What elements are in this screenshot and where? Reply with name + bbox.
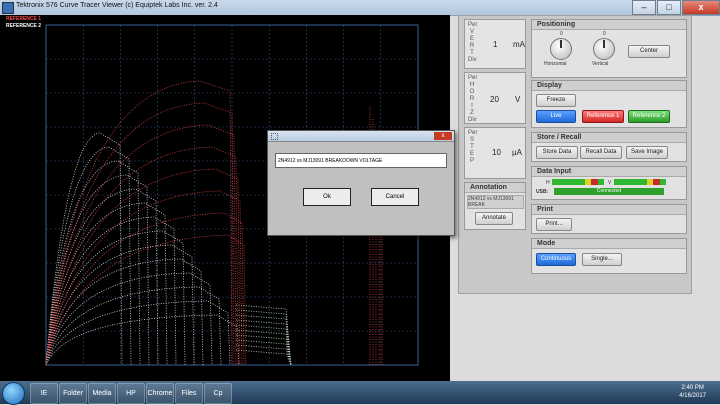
save-image-button[interactable]: Save Image [626, 146, 668, 159]
positioning-section: Positioning 0 Horizontal 0 Vertical Cent… [531, 19, 687, 78]
annotate-button[interactable]: Annotate [475, 212, 513, 225]
center-button[interactable]: Center [628, 45, 670, 58]
title-bar: Tektronix 576 Curve Tracer Viewer (c) Eq… [0, 0, 720, 16]
v-level-meter [614, 179, 666, 185]
window-title: Tektronix 576 Curve Tracer Viewer (c) Eq… [16, 2, 218, 9]
annotation-header: Annotation [465, 183, 525, 193]
step-unit: µA [512, 148, 522, 157]
horiz-readout-label: Per H O R I Z Div [468, 75, 478, 123]
positioning-header: Positioning [532, 20, 686, 30]
annotation-section: Annotation 2N4912 vs MJ13091 BREAK Annot… [464, 182, 526, 230]
mode-section: Mode Continuous Single... [531, 238, 687, 274]
live-curve [235, 349, 292, 366]
reference-1-curve [45, 190, 243, 366]
horizontal-knob-label: Horizontal [544, 61, 567, 67]
vert-unit: mA [513, 40, 525, 49]
close-button[interactable]: x [682, 0, 720, 15]
usb-status: Connected [554, 188, 664, 195]
print-button[interactable]: Print... [536, 218, 572, 231]
taskbar-files-icon[interactable]: Files [175, 383, 203, 404]
taskbar-ie-icon[interactable]: IE [30, 383, 58, 404]
reference-2-traces [45, 132, 240, 366]
clock-date: 4/16/2017 [679, 393, 706, 399]
dialog-close-button[interactable]: x [434, 132, 452, 140]
reference-1-button[interactable]: Reference 1 [582, 110, 624, 123]
horizontal-knob[interactable] [550, 38, 572, 60]
store-recall-header: Store / Recall [532, 133, 686, 143]
reference-2-label: REFERENCE 2 [6, 23, 42, 29]
print-header: Print [532, 205, 686, 215]
live-curve [235, 344, 292, 366]
data-input-section: Data Input H V USB: Connected [531, 166, 687, 200]
reference-2-curve [45, 174, 150, 366]
annotation-dialog: x Ok Cancel [267, 130, 455, 236]
vert-value: 1 [493, 40, 498, 49]
reference-1-curve [45, 234, 247, 366]
recall-data-button[interactable]: Recall Data [580, 146, 622, 159]
clock-time: 2:40 PM [681, 385, 704, 391]
step-readout-label: Per S T E P [468, 130, 478, 164]
taskbar: IE Folder Media HP Chrome Files Cp 2:40 … [0, 381, 720, 405]
reference-2-curve [45, 314, 240, 366]
annotation-text[interactable]: 2N4912 vs MJ13091 BREAK [467, 195, 524, 209]
vert-readout: Per V E R T Div 1 mA [464, 19, 526, 69]
horiz-unit: V [515, 95, 521, 104]
dialog-grip-icon [271, 133, 278, 140]
dialog-title-bar: x [268, 131, 454, 142]
control-panel: Per V E R T Div 1 mA Per H O R I Z Div 20 V Per S T E P… [458, 15, 692, 294]
h-meter-label: H [546, 180, 550, 186]
continuous-button[interactable]: Continuous [536, 253, 576, 266]
taskbar-hp-icon[interactable]: HP [117, 383, 145, 404]
vert-readout-label: Per V E R T Div [468, 22, 478, 63]
maximize-button[interactable]: □ [657, 0, 681, 15]
vertical-knob[interactable] [593, 38, 615, 60]
taskbar-clock[interactable]: 2:40 PM 4/16/2017 [679, 384, 706, 400]
minimize-button[interactable]: – [632, 0, 656, 15]
window-controls: – □ x [631, 0, 720, 15]
mode-header: Mode [532, 239, 686, 249]
taskbar-media-icon[interactable]: Media [88, 383, 116, 404]
reference-2-curve [45, 160, 141, 366]
reference-2-button[interactable]: Reference 2 [628, 110, 670, 123]
freeze-button[interactable]: Freeze [536, 94, 576, 107]
horiz-readout: Per H O R I Z Div 20 V [464, 72, 526, 124]
reference-1-curve [45, 80, 233, 366]
reference-1-label: REFERENCE 1 [6, 16, 42, 22]
taskbar-folder-icon[interactable]: Folder [59, 383, 87, 404]
vertical-knob-label: Vertical [592, 61, 609, 67]
horiz-value: 20 [490, 95, 499, 104]
v-meter-label: V [608, 180, 612, 186]
store-data-button[interactable]: Store Data [536, 146, 578, 159]
usb-label: USB: [536, 189, 549, 195]
live-button[interactable]: Live [536, 110, 576, 123]
cancel-button[interactable]: Cancel [371, 188, 419, 206]
reference-2-curve [45, 300, 231, 366]
display-header: Display [532, 81, 686, 91]
store-recall-section: Store / Recall Store Data Recall Data Sa… [531, 132, 687, 162]
app-icon [2, 2, 14, 14]
data-input-header: Data Input [532, 167, 686, 177]
single-button[interactable]: Single... [582, 253, 622, 266]
display-section: Display Freeze Live Reference 1 Referenc… [531, 80, 687, 128]
print-section: Print Print... [531, 204, 687, 234]
step-value: 10 [492, 148, 501, 157]
live-curve [235, 334, 292, 366]
reference-2-curve [45, 202, 168, 366]
ok-button[interactable]: Ok [303, 188, 351, 206]
horizontal-knob-value: 0 [560, 31, 563, 37]
h-level-meter [552, 179, 604, 185]
reference-2-curve [45, 146, 132, 366]
reference-2-curve [45, 272, 213, 366]
step-readout: Per S T E P 10 µA [464, 127, 526, 179]
annotation-input[interactable] [275, 153, 447, 168]
taskbar-chrome-icon[interactable]: Chrome [146, 383, 174, 404]
vertical-knob-value: 0 [603, 31, 606, 37]
reference-2-curve [45, 258, 204, 366]
taskbar-curve-tracer-icon[interactable]: Cp [204, 383, 232, 404]
reference-2-curve [45, 216, 177, 366]
reference-1-curve [45, 102, 235, 366]
start-button[interactable] [2, 382, 25, 405]
reference-2-curve [45, 188, 159, 366]
